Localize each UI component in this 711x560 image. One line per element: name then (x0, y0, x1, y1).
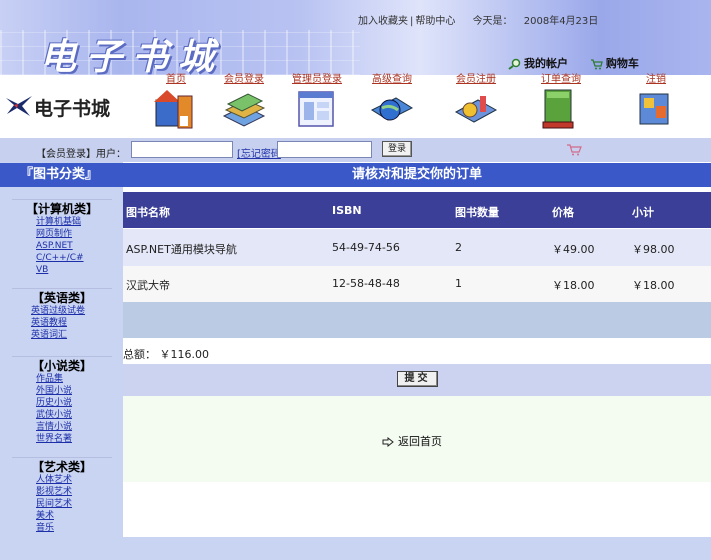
quantity: 1 (455, 277, 462, 290)
bird-logo-icon (6, 96, 32, 116)
current-date: 2008年4月23日 (523, 16, 599, 27)
books-icon (542, 89, 574, 129)
username-input[interactable] (131, 141, 233, 158)
isbn: 12-58-48-48 (332, 277, 400, 290)
book-stack-icon (222, 93, 266, 127)
site-logo[interactable]: 电子书城 (4, 92, 144, 120)
category-english: 【英语类】 英语过级试卷 英语教程 英语词汇 (0, 288, 123, 341)
globe-search-icon (370, 97, 414, 121)
login-button[interactable]: 登录 (382, 141, 412, 157)
mini-cart-icon[interactable] (566, 143, 582, 156)
nav-advanced-search[interactable]: 高级查询 (366, 73, 418, 132)
category-novel: 【小说类】 作品集 外国小说 历史小说 武侠小说 言情小说 世界名著 (0, 356, 123, 445)
total-label: 总额： (123, 348, 156, 361)
table-header: 图书名称 ISBN 图书数量 价格 小计 (123, 192, 711, 228)
category-link[interactable]: 英语词汇 (31, 329, 123, 341)
table-footer-band (123, 302, 711, 338)
top-links: 加入收藏夹 | 帮助中心 今天是： 2008年4月23日 (358, 16, 599, 27)
table-row: 汉武大帝 12-58-48-48 1 ￥18.00 ￥18.00 (123, 266, 711, 302)
category-link[interactable]: ASP.NET (36, 240, 123, 252)
price: ￥49.00 (552, 243, 595, 256)
category-link[interactable]: 英语教程 (31, 317, 123, 329)
category-link[interactable]: 作品集 (36, 373, 123, 385)
price: ￥18.00 (552, 279, 595, 292)
today-label: 今天是： (472, 16, 513, 27)
category-computer: 【计算机类】 计算机基础 网页制作 ASP.NET C/C++/C# VB (0, 199, 123, 276)
nav-logout[interactable]: 注销 (630, 73, 682, 132)
arrow-right-icon (382, 436, 394, 448)
back-home-link[interactable]: 返回首页 (382, 433, 442, 449)
page-title: 请核对和提交你的订单 (123, 163, 711, 187)
password-input[interactable] (277, 141, 372, 158)
nav-admin-login[interactable]: 管理员登录 (288, 73, 346, 132)
table-row: ASP.NET通用模块导航 54-49-74-56 2 ￥49.00 ￥98.0… (123, 229, 711, 266)
category-link[interactable]: 美术 (36, 510, 123, 522)
category-link[interactable]: 世界名著 (36, 433, 123, 445)
book-name: 汉武大帝 (126, 279, 170, 292)
forgot-password-link[interactable]: [忘记密码 (237, 145, 281, 160)
isbn: 54-49-74-56 (332, 241, 400, 254)
submit-order-button[interactable]: 提交 (397, 371, 438, 387)
logout-icon (639, 93, 669, 125)
register-icon (454, 96, 498, 123)
help-center-link[interactable]: 帮助中心 (415, 16, 455, 27)
subtotal: ￥18.00 (632, 279, 675, 292)
column-header: 小计 (632, 206, 654, 219)
category-link[interactable]: 言情小说 (36, 421, 123, 433)
account-link[interactable]: 我的帐户 (508, 57, 572, 70)
category-link[interactable]: 英语过级试卷 (31, 305, 123, 317)
house-book-icon (154, 90, 193, 129)
category-link[interactable]: 历史小说 (36, 397, 123, 409)
total-value: ￥116.00 (159, 348, 210, 361)
nav-home[interactable]: 首页 (150, 73, 202, 132)
column-header: 价格 (552, 206, 574, 219)
category-heading: 【英语类】 (12, 288, 112, 305)
login-label: 【会员登录】用户： (36, 149, 126, 160)
book-name: ASP.NET通用模块导航 (126, 243, 237, 256)
category-art: 【艺术类】 人体艺术 影视艺术 民间艺术 美术 音乐 (0, 457, 123, 534)
nav-order-query[interactable]: 订单查询 (535, 73, 587, 132)
category-link[interactable]: C/C++/C# (36, 252, 123, 264)
order-total: 总额： ￥116.00 (123, 346, 209, 362)
magnifier-icon (508, 58, 521, 70)
sidebar-title: 『图书分类』 (0, 163, 123, 187)
category-link[interactable]: 计算机基础 (36, 216, 123, 228)
cart-link[interactable]: 购物车 (590, 57, 639, 70)
column-header: 图书名称 (126, 206, 170, 219)
category-heading: 【计算机类】 (12, 199, 112, 216)
add-favorites-link[interactable]: 加入收藏夹 (358, 16, 408, 27)
footer-band (0, 537, 711, 560)
column-header: 图书数量 (455, 206, 499, 219)
category-link[interactable]: VB (36, 264, 123, 276)
nav-member-register[interactable]: 会员注册 (448, 73, 504, 132)
column-header: ISBN (332, 204, 362, 217)
subtotal: ￥98.00 (632, 243, 675, 256)
account-links: 我的帐户 购物车 (508, 55, 639, 71)
category-link[interactable]: 武侠小说 (36, 409, 123, 421)
category-heading: 【艺术类】 (12, 457, 112, 474)
quantity: 2 (455, 241, 462, 254)
category-link[interactable]: 民间艺术 (36, 498, 123, 510)
content-spacer (123, 482, 711, 537)
cart-icon (590, 59, 603, 70)
window-icon (298, 91, 334, 127)
category-heading: 【小说类】 (12, 356, 112, 373)
nav-member-login[interactable]: 会员登录 (218, 73, 270, 132)
category-link[interactable]: 人体艺术 (36, 474, 123, 486)
category-link[interactable]: 影视艺术 (36, 486, 123, 498)
category-link[interactable]: 音乐 (36, 522, 123, 534)
category-link[interactable]: 网页制作 (36, 228, 123, 240)
category-link[interactable]: 外国小说 (36, 385, 123, 397)
